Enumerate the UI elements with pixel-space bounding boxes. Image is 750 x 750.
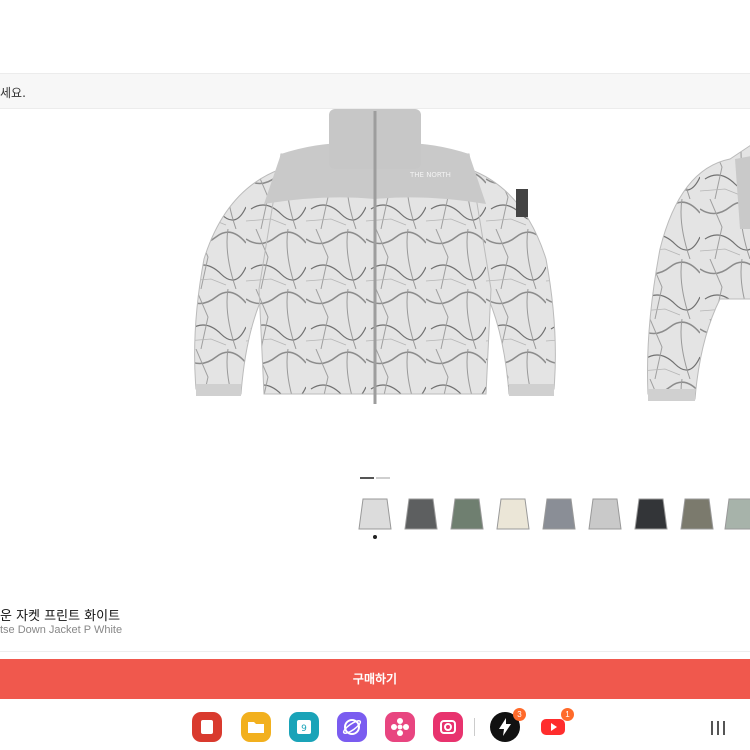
buy-button[interactable]: 구매하기	[0, 659, 750, 699]
product-image-main: THE NORTH	[194, 109, 556, 404]
product-image-next	[647, 145, 750, 401]
red-app-icon[interactable]	[192, 712, 222, 742]
color-thumbnail-strip	[355, 493, 750, 533]
thumb-white-print[interactable]	[585, 493, 625, 533]
product-name-english: tse Down Jacket P White	[0, 624, 123, 636]
yellow-folder-app-icon[interactable]	[241, 712, 271, 742]
thumb-khaki[interactable]	[677, 493, 717, 533]
thumb-grey-print[interactable]	[539, 493, 579, 533]
divider	[0, 651, 750, 652]
thumb-black[interactable]	[631, 493, 671, 533]
notice-bar[interactable]: 세요.	[0, 73, 750, 109]
product-name-korean: 운 자켓 프린트 화이트	[0, 609, 121, 624]
notice-text: 세요.	[0, 86, 26, 100]
selected-thumb-dot	[373, 535, 377, 539]
product-image-carousel[interactable]: THE NORTH	[0, 109, 750, 469]
thumb-charcoal[interactable]	[401, 493, 441, 533]
notification-badge: 3	[513, 708, 526, 721]
thumb-cream[interactable]	[493, 493, 533, 533]
bolt-app-icon[interactable]: 3	[490, 708, 526, 742]
carousel-indicator	[360, 477, 392, 479]
calendar-date-text: 9	[301, 724, 307, 734]
internet-app-icon[interactable]	[337, 712, 367, 742]
calendar-app-icon[interactable]: 9	[289, 712, 319, 742]
notification-badge: 1	[561, 708, 574, 721]
carousel-indicator-active	[360, 477, 374, 479]
thumb-sage[interactable]	[721, 493, 750, 533]
thumb-marble-white[interactable]	[355, 493, 395, 533]
thumb-green[interactable]	[447, 493, 487, 533]
youtube-app-icon[interactable]: 1	[538, 708, 574, 742]
taskbar: 9 3 1	[0, 704, 750, 750]
recent-apps-button[interactable]	[709, 721, 729, 735]
gallery-app-icon[interactable]	[385, 712, 415, 742]
taskbar-separator	[474, 718, 475, 736]
camera-app-icon[interactable]	[433, 712, 463, 742]
svg-text:THE NORTH: THE NORTH	[409, 171, 451, 179]
carousel-indicator-inactive	[376, 477, 390, 479]
